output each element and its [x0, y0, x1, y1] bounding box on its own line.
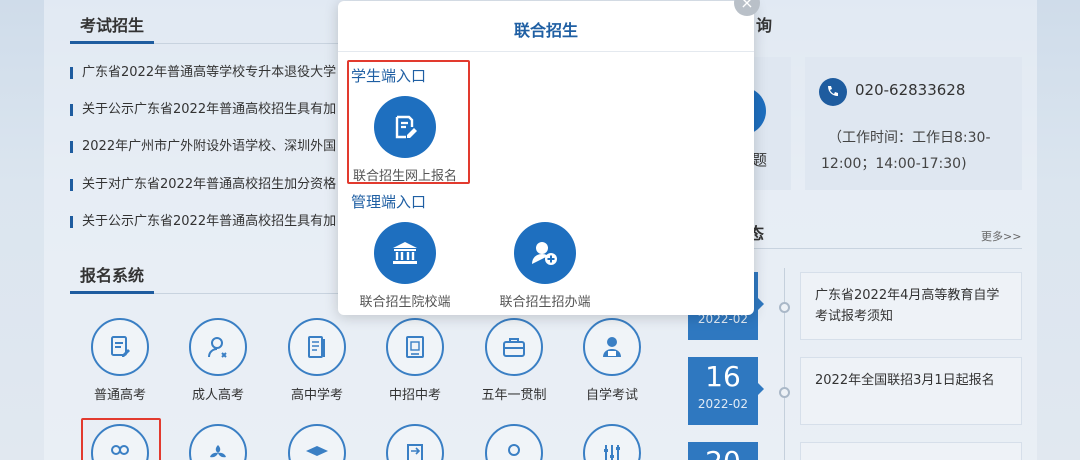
- entry-label: 联合招生招办端: [499, 295, 591, 310]
- signup-item-xuekao[interactable]: 高中学考: [277, 318, 357, 403]
- exam-form-icon: [91, 318, 149, 376]
- news-item[interactable]: 广东省2022年普通高等学校专升本退役大学: [70, 64, 338, 82]
- timeline-card[interactable]: [800, 442, 1022, 460]
- student-entry-heading: 学生端入口: [351, 67, 427, 85]
- exam-section-underline: [70, 41, 154, 44]
- signup-item-label: 高中学考: [290, 388, 343, 403]
- signup-item-row2-3[interactable]: [277, 424, 357, 460]
- contact-hours-line2: 12:00；14:00-17:30): [821, 156, 967, 172]
- signup-item-label: 自学考试: [585, 388, 638, 403]
- signup-item-self-study[interactable]: 自学考试: [572, 318, 652, 403]
- entry-label: 联合招生院校端: [359, 295, 451, 310]
- add-user-icon: [514, 222, 576, 284]
- signup-item-label: 成人高考: [191, 388, 244, 403]
- timeline-dot: [779, 387, 790, 398]
- exam-section-title: 考试招生: [80, 16, 145, 35]
- user-badge-icon: [485, 424, 543, 460]
- signup-item-adult[interactable]: 成人高考: [178, 318, 258, 403]
- signup-item-row2-6[interactable]: [572, 424, 652, 460]
- certificate-icon: [386, 318, 444, 376]
- timeline-text: 2022年全国联招3月1日起报名: [815, 373, 995, 388]
- signup-item-label: 普通高考: [93, 388, 146, 403]
- modal-divider: [338, 51, 754, 52]
- signup-section-title: 报名系统: [80, 266, 145, 285]
- modal-title: 联合招生: [513, 21, 578, 40]
- signup-item-label: 五年一贯制: [481, 388, 547, 403]
- admin-entry-heading: 管理端入口: [351, 193, 427, 211]
- timeline-date: 20: [688, 442, 758, 460]
- institution-entry[interactable]: 联合招生院校端: [345, 222, 465, 310]
- timeline-text: 广东省2022年4月高等教育自学: [815, 288, 1000, 303]
- contact-phone: 020-62833628: [855, 81, 966, 99]
- timeline-text: 考试报考须知: [815, 309, 894, 324]
- signup-item-label: 中招中考: [388, 388, 441, 403]
- more-link[interactable]: 更多>>: [981, 228, 1021, 244]
- contact-card: 020-62833628 （工作时间：工作日8:30- 12:00；14:00-…: [805, 57, 1022, 190]
- timeline-line: [784, 268, 785, 460]
- transfer-doc-icon: [386, 424, 444, 460]
- signup-item-row2-4[interactable]: [375, 424, 455, 460]
- timeline-day: 20: [688, 442, 758, 460]
- signup-item-row2-5[interactable]: [474, 424, 554, 460]
- contact-hours-line1: （工作时间：工作日8:30-: [828, 130, 991, 146]
- news-item[interactable]: 关于公示广东省2022年普通高校招生具有加: [70, 213, 338, 231]
- signup-section-underline: [70, 291, 154, 294]
- faq-label-partial: 题: [752, 151, 768, 169]
- signup-item-five-year[interactable]: 五年一贯制: [474, 318, 554, 403]
- timeline-card[interactable]: 2022年全国联招3月1日起报名: [800, 357, 1022, 425]
- joint-enrollment-modal: × 联合招生 学生端入口 联合招生网上报名 管理端入口 联合招生院校端 联合招生…: [338, 0, 760, 315]
- self-study-user-icon: [583, 318, 641, 376]
- news-item[interactable]: 关于公示广东省2022年普通高校招生具有加: [70, 101, 338, 119]
- timeline-dot: [779, 302, 790, 313]
- graduation-cap-icon: [288, 424, 346, 460]
- student-online-signup-entry[interactable]: 联合招生网上报名: [345, 96, 465, 184]
- entry-label: 联合招生网上报名: [352, 169, 457, 184]
- timeline-day: 16: [705, 360, 741, 393]
- admissions-office-entry[interactable]: 联合招生招办端: [485, 222, 605, 310]
- timeline-card[interactable]: 广东省2022年4月高等教育自学 考试报考须知: [800, 272, 1022, 340]
- news-item[interactable]: 关于对广东省2022年普通高校招生加分资格: [70, 176, 338, 194]
- consult-header-partial: 询: [756, 16, 773, 35]
- signup-item-row2-1[interactable]: [80, 424, 160, 460]
- adult-user-icon: [189, 318, 247, 376]
- timeline-month: 2022-02: [697, 397, 749, 411]
- briefcase-icon: [485, 318, 543, 376]
- edit-form-icon: [374, 96, 436, 158]
- institution-icon: [374, 222, 436, 284]
- signup-item-zhongkao[interactable]: 中招中考: [375, 318, 455, 403]
- signup-item-row2-2[interactable]: [178, 424, 258, 460]
- flower-icon: [189, 424, 247, 460]
- group-user-icon: [91, 424, 149, 460]
- timeline-date: 16 2022-02: [688, 357, 764, 425]
- signup-item-gaokao[interactable]: 普通高考: [80, 318, 160, 403]
- sliders-icon: [583, 424, 641, 460]
- book-icon: [288, 318, 346, 376]
- phone-icon: [819, 78, 847, 106]
- news-item[interactable]: 2022年广州市广外附设外语学校、深圳外国: [70, 138, 338, 156]
